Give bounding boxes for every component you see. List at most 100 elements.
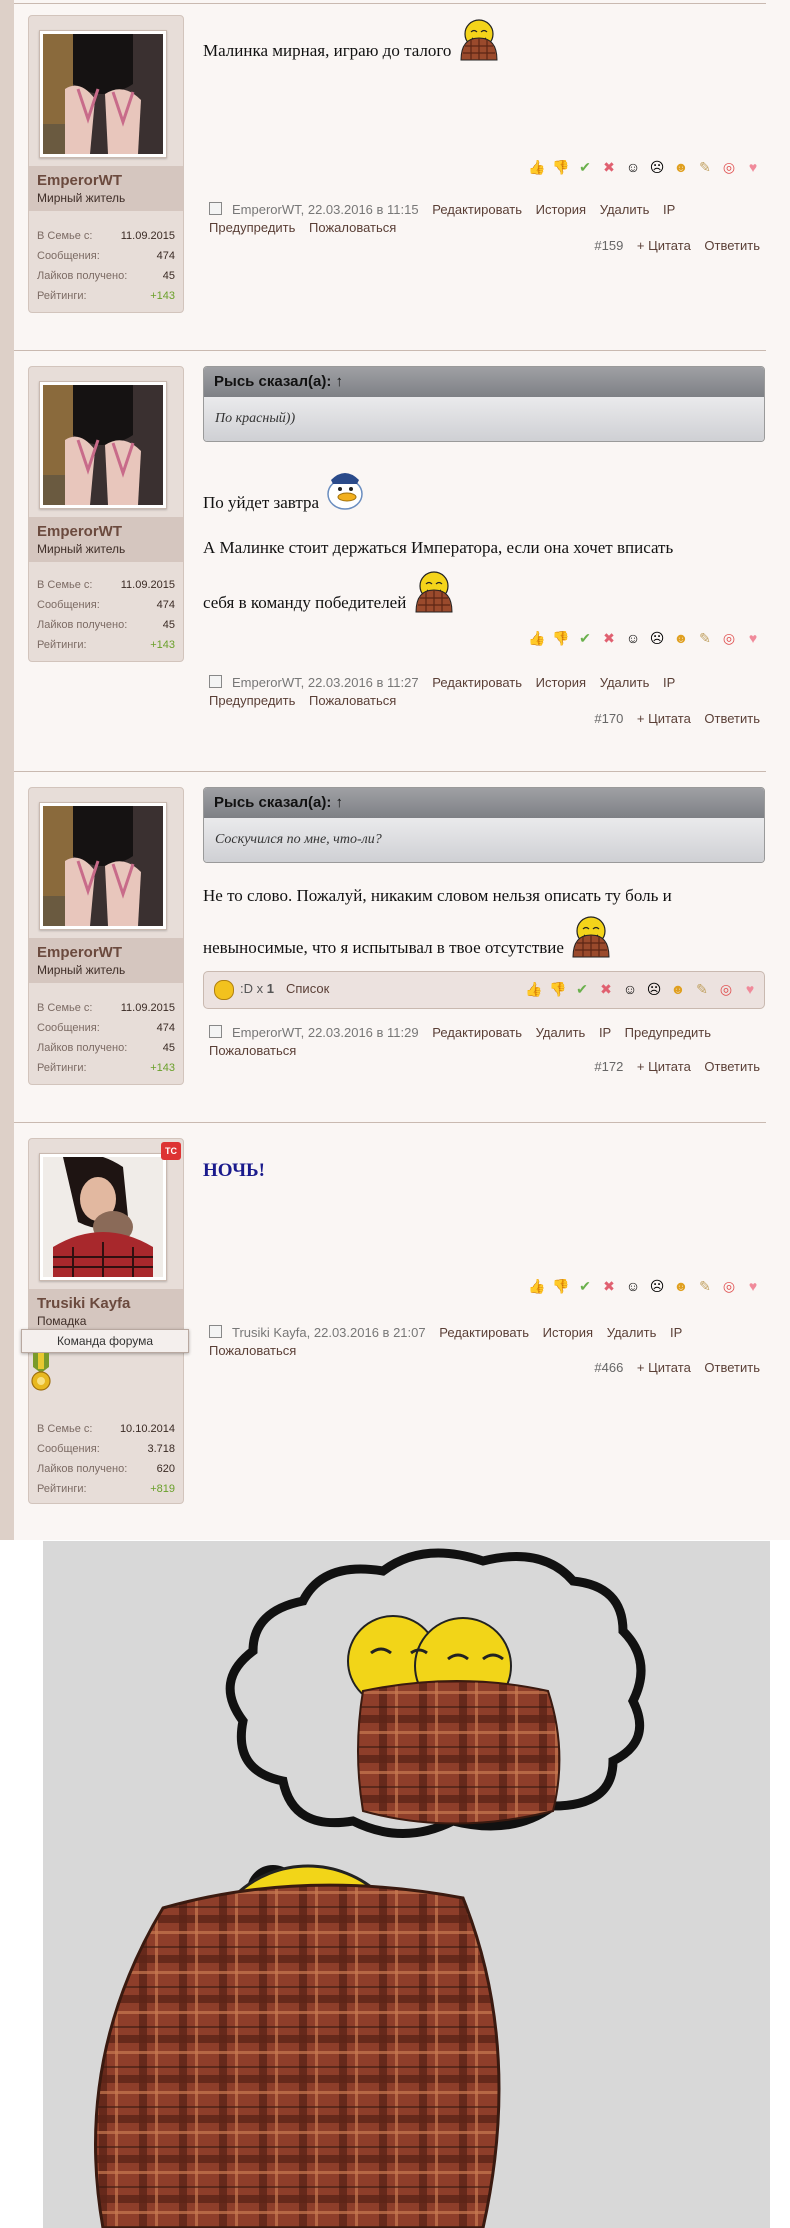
troll-face-icon[interactable]: ☺ (623, 1277, 643, 1295)
pen-icon[interactable]: ✎ (695, 158, 715, 176)
heart-icon[interactable]: ♥ (743, 158, 763, 176)
author-date[interactable]: EmperorWT, 22.03.2016 в 11:29 (232, 1025, 419, 1040)
target-icon[interactable]: ◎ (719, 1277, 739, 1295)
target-icon[interactable]: ◎ (719, 158, 739, 176)
check-icon[interactable]: ✔ (572, 980, 592, 998)
thumbs-up-icon[interactable]: 👍 (527, 629, 547, 647)
quote-author[interactable]: Рысь сказал(а): ↑ (204, 367, 764, 397)
post-number[interactable]: #170 (594, 711, 623, 726)
ip-link[interactable]: IP (599, 1025, 611, 1040)
cross-icon[interactable]: ✖ (599, 1277, 619, 1295)
username[interactable]: EmperorWT (37, 523, 175, 540)
username[interactable]: Trusiki Kayfa (37, 1295, 175, 1312)
post-separator (14, 1122, 766, 1123)
report-link[interactable]: Пожаловаться (209, 1343, 296, 1358)
heart-icon[interactable]: ♥ (743, 629, 763, 647)
check-icon[interactable]: ✔ (575, 158, 595, 176)
quote-button[interactable]: + Цитата (637, 711, 691, 726)
author-date[interactable]: EmperorWT, 22.03.2016 в 11:27 (232, 675, 419, 690)
facepalm-icon[interactable]: ☹ (647, 1277, 667, 1295)
avatar[interactable] (39, 30, 167, 158)
troll-face-icon[interactable]: ☺ (620, 980, 640, 998)
avatar[interactable] (39, 381, 167, 509)
edit-link[interactable]: Редактировать (432, 1025, 522, 1040)
select-checkbox[interactable] (209, 1025, 222, 1038)
troll-face-icon[interactable]: ☺ (623, 158, 643, 176)
thumbs-up-icon[interactable]: 👍 (524, 980, 544, 998)
smile-icon[interactable]: ☻ (671, 629, 691, 647)
quote-button[interactable]: + Цитата (637, 1360, 691, 1375)
select-checkbox[interactable] (209, 675, 222, 688)
history-link[interactable]: История (536, 202, 586, 217)
thumbs-up-icon[interactable]: 👍 (527, 1277, 547, 1295)
ip-link[interactable]: IP (663, 202, 675, 217)
pen-icon[interactable]: ✎ (695, 629, 715, 647)
stat-value: 11.09.2015 (120, 1002, 175, 1014)
thumbs-down-icon[interactable]: 👎 (551, 1277, 571, 1295)
cross-icon[interactable]: ✖ (599, 158, 619, 176)
edit-link[interactable]: Редактировать (432, 202, 522, 217)
post-number[interactable]: #159 (594, 238, 623, 253)
troll-face-icon[interactable]: ☺ (623, 629, 643, 647)
stat-value: 474 (156, 1022, 175, 1034)
avatar[interactable] (39, 1153, 167, 1281)
thumbs-down-icon[interactable]: 👎 (551, 158, 571, 176)
smile-icon[interactable]: ☻ (668, 980, 688, 998)
heart-icon[interactable]: ♥ (740, 980, 760, 998)
stat-rating: Рейтинги: +143 (37, 286, 175, 306)
thumbs-up-icon[interactable]: 👍 (527, 158, 547, 176)
author-date[interactable]: Trusiki Kayfa, 22.03.2016 в 21:07 (232, 1325, 426, 1340)
check-icon[interactable]: ✔ (575, 1277, 595, 1295)
post-separator (14, 771, 766, 772)
warn-link[interactable]: Предупредить (209, 693, 295, 708)
delete-link[interactable]: Удалить (600, 675, 650, 690)
warn-link[interactable]: Предупредить (209, 220, 295, 235)
username[interactable]: EmperorWT (37, 172, 175, 189)
message-line: себя в команду победителей (203, 570, 763, 625)
rating-list-link[interactable]: Список (286, 981, 329, 996)
history-link[interactable]: История (543, 1325, 593, 1340)
reply-button[interactable]: Ответить (704, 238, 760, 253)
reply-button[interactable]: Ответить (704, 1360, 760, 1375)
target-icon[interactable]: ◎ (719, 629, 739, 647)
stat-rating: Рейтинги: +143 (37, 635, 175, 655)
smile-icon[interactable]: ☻ (671, 158, 691, 176)
target-icon[interactable]: ◎ (716, 980, 736, 998)
ip-link[interactable]: IP (670, 1325, 682, 1340)
reply-button[interactable]: Ответить (704, 1059, 760, 1074)
facepalm-icon[interactable]: ☹ (647, 629, 667, 647)
pen-icon[interactable]: ✎ (695, 1277, 715, 1295)
facepalm-icon[interactable]: ☹ (647, 158, 667, 176)
facepalm-icon[interactable]: ☹ (644, 980, 664, 998)
delete-link[interactable]: Удалить (600, 202, 650, 217)
username[interactable]: EmperorWT (37, 944, 175, 961)
cross-icon[interactable]: ✖ (599, 629, 619, 647)
warn-link[interactable]: Предупредить (625, 1025, 711, 1040)
delete-link[interactable]: Удалить (607, 1325, 657, 1340)
ip-link[interactable]: IP (663, 675, 675, 690)
report-link[interactable]: Пожаловаться (209, 1043, 296, 1058)
post-number[interactable]: #466 (594, 1360, 623, 1375)
select-checkbox[interactable] (209, 202, 222, 215)
edit-link[interactable]: Редактировать (432, 675, 522, 690)
thumbs-down-icon[interactable]: 👎 (551, 629, 571, 647)
edit-link[interactable]: Редактировать (439, 1325, 529, 1340)
heart-icon[interactable]: ♥ (743, 1277, 763, 1295)
reply-button[interactable]: Ответить (704, 711, 760, 726)
pen-icon[interactable]: ✎ (692, 980, 712, 998)
thumbs-down-icon[interactable]: 👎 (548, 980, 568, 998)
quote-button[interactable]: + Цитата (637, 238, 691, 253)
author-date[interactable]: EmperorWT, 22.03.2016 в 11:15 (232, 202, 419, 217)
check-icon[interactable]: ✔ (575, 629, 595, 647)
cross-icon[interactable]: ✖ (596, 980, 616, 998)
report-link[interactable]: Пожаловаться (309, 220, 396, 235)
report-link[interactable]: Пожаловаться (309, 693, 396, 708)
delete-link[interactable]: Удалить (536, 1025, 586, 1040)
select-checkbox[interactable] (209, 1325, 222, 1338)
quote-button[interactable]: + Цитата (637, 1059, 691, 1074)
post-number[interactable]: #172 (594, 1059, 623, 1074)
smile-icon[interactable]: ☻ (671, 1277, 691, 1295)
history-link[interactable]: История (536, 675, 586, 690)
avatar[interactable] (39, 802, 167, 930)
quote-author[interactable]: Рысь сказал(а): ↑ (204, 788, 764, 818)
